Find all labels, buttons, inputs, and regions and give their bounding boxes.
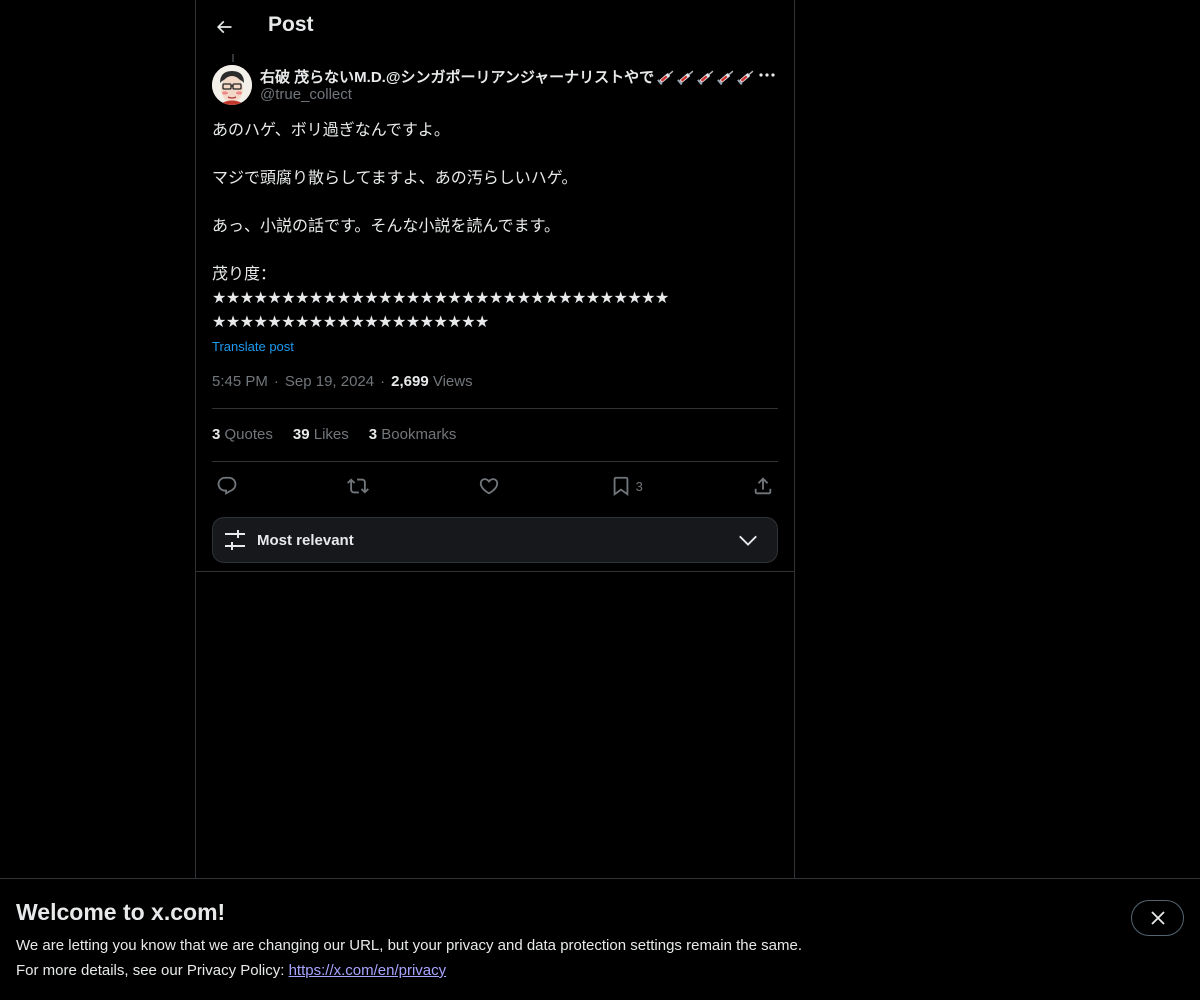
header: Post	[196, 0, 794, 54]
avatar[interactable]	[212, 65, 252, 105]
chevron-down-icon	[739, 535, 757, 546]
likes-count: 39	[292, 426, 310, 443]
syringe-emojis	[656, 68, 756, 86]
post-stars-row: ★★★★★★★★★★★★★★★★★★★★	[212, 312, 489, 331]
bookmark-button[interactable]: 3	[606, 475, 647, 497]
likes-label: Likes	[313, 426, 349, 443]
divider	[212, 408, 778, 409]
back-button[interactable]	[210, 13, 238, 41]
bookmarks-label: Bookmarks	[381, 426, 457, 443]
syringe-icon	[736, 68, 756, 86]
syringe-icon	[716, 68, 736, 86]
banner-policy-line: For more details, see our Privacy Policy…	[16, 962, 446, 979]
heart-icon	[480, 478, 499, 495]
views-label: Views	[432, 373, 473, 390]
post-line: あっ、小説の話です。そんな小説を読んでます。	[212, 216, 561, 235]
more-options-button[interactable]	[756, 66, 778, 84]
author-name-text: 右破 茂らないM.D.@シンガポーリアンジャーナリストやで	[260, 69, 655, 86]
post-text: あのハゲ、ボリ過ぎなんですよ。 マジで頭腐り散らしてますよ、あの汚らしいハゲ。 …	[212, 118, 782, 334]
likes-stat[interactable]: 39 Likes	[293, 426, 349, 443]
banner-policy-prefix: For more details, see our Privacy Policy…	[16, 962, 289, 979]
welcome-banner: Welcome to x.com! We are letting you kno…	[0, 878, 1200, 1000]
reply-button[interactable]	[212, 475, 242, 497]
divider	[212, 461, 778, 462]
author-name[interactable]: 右破 茂らないM.D.@シンガポーリアンジャーナリストやで	[260, 66, 756, 87]
reply-sort-dropdown[interactable]: Most relevant	[212, 517, 778, 563]
action-bar: 3	[212, 472, 778, 500]
post-meta: 5:45 PM · Sep 19, 2024 · 2,699 Views	[212, 373, 473, 390]
close-icon	[1150, 911, 1165, 925]
sliders-icon	[225, 530, 245, 550]
reply-icon	[217, 476, 237, 495]
bookmark-count: 3	[635, 478, 643, 494]
primary-column: Post 右破 茂らないM.D.@シンガポーリアンジャーナリストやで @true…	[195, 0, 795, 878]
divider	[196, 571, 794, 572]
post-line: 茂り度：	[212, 264, 277, 283]
post-date[interactable]: Sep 19, 2024	[285, 373, 374, 390]
banner-message: We are letting you know that we are chan…	[16, 937, 802, 954]
quotes-stat[interactable]: 3 Quotes	[212, 426, 273, 443]
arrow-left-icon	[216, 20, 232, 34]
meta-separator: ·	[380, 373, 386, 390]
share-icon	[754, 477, 772, 495]
close-banner-button[interactable]	[1131, 900, 1184, 936]
quotes-label: Quotes	[224, 426, 273, 443]
syringe-icon	[696, 68, 716, 86]
syringe-icon	[676, 68, 696, 86]
post-time[interactable]: 5:45 PM	[212, 373, 268, 390]
views-count: 2,699	[391, 373, 429, 390]
repost-button[interactable]	[343, 475, 373, 497]
translate-post-link[interactable]: Translate post	[212, 339, 294, 354]
avatar-illustration-icon	[212, 65, 252, 105]
meta-separator: ·	[273, 373, 279, 390]
quotes-count: 3	[212, 426, 221, 443]
bookmark-icon	[613, 476, 628, 497]
syringe-icon	[656, 68, 676, 86]
thread-connector	[232, 54, 234, 62]
bookmarks-count: 3	[368, 426, 378, 443]
like-button[interactable]	[474, 475, 504, 497]
privacy-policy-link[interactable]: https://x.com/en/privacy	[289, 962, 447, 979]
bookmarks-stat[interactable]: 3 Bookmarks	[369, 426, 457, 443]
banner-title: Welcome to x.com!	[16, 899, 226, 925]
author-handle[interactable]: @true_collect	[260, 86, 352, 103]
post-stars-row: ★★★★★★★★★★★★★★★★★★★★★★★★★★★★★★★★★	[212, 288, 669, 307]
post-line: あのハゲ、ボリ過ぎなんですよ。	[212, 120, 450, 139]
repost-icon	[347, 478, 370, 494]
post-line: マジで頭腐り散らしてますよ、あの汚らしいハゲ。	[212, 168, 578, 187]
post-stats: 3 Quotes 39 Likes 3 Bookmarks	[212, 426, 456, 443]
share-button[interactable]	[748, 475, 778, 497]
page-title: Post	[268, 13, 314, 36]
more-horizontal-icon	[759, 73, 775, 77]
sort-label: Most relevant	[257, 531, 354, 549]
